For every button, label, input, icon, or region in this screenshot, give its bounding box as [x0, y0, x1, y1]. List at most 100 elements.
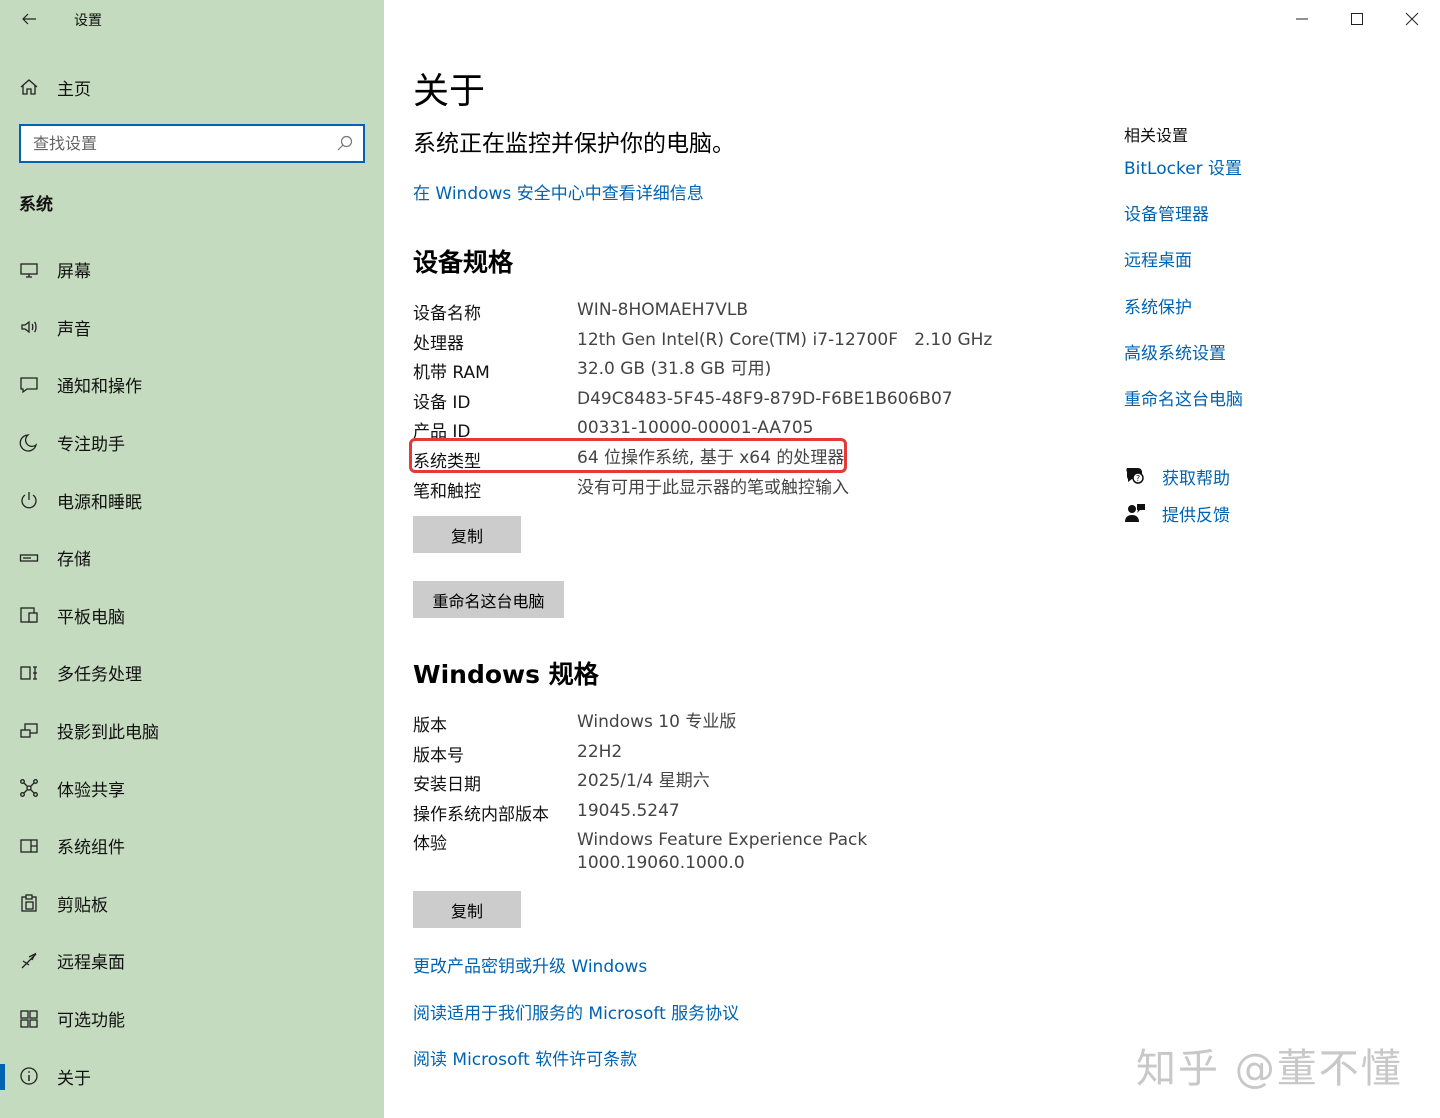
sidebar-item-shared-experiences[interactable]: 体验共享: [0, 759, 384, 817]
spec-key: 机带 RAM: [413, 363, 490, 384]
sidebar-item-label: 体验共享: [57, 780, 125, 801]
sidebar-item-sound[interactable]: 声音: [0, 299, 384, 357]
copy-windows-specs-button[interactable]: 复制: [413, 891, 521, 928]
license-terms-link[interactable]: 阅读 Microsoft 软件许可条款: [413, 1045, 637, 1070]
back-button[interactable]: [14, 6, 44, 32]
components-icon: [18, 835, 40, 857]
sidebar-item-multitasking[interactable]: 多任务处理: [0, 644, 384, 702]
spec-key: 操作系统内部版本: [413, 804, 549, 825]
spec-value: 00331-10000-00001-AA705: [577, 418, 814, 439]
sidebar-item-optional-features[interactable]: 可选功能: [0, 990, 384, 1048]
search-input[interactable]: [33, 128, 333, 159]
feedback-icon: [1124, 502, 1146, 524]
experience-pack-name: Windows Feature Experience Pack: [577, 830, 868, 851]
spec-row: 版本 Windows 10 专业版: [413, 707, 1113, 737]
spec-key: 体验: [413, 834, 447, 855]
help-chat-icon: ?: [1124, 465, 1146, 487]
spec-value: WIN-8HOMAEH7VLB: [577, 300, 749, 320]
watermark: 知乎 @董不懂: [1136, 1046, 1403, 1092]
spec-row: 版本号 22H2: [413, 737, 1113, 767]
sidebar-item-project[interactable]: 投影到此电脑: [0, 702, 384, 760]
spec-row: 设备 ID D49C8483-5F45-48F9-879D-F6BE1B606B0…: [413, 384, 1113, 414]
spec-key: 笔和触控: [413, 481, 481, 502]
sidebar-item-tablet[interactable]: 平板电脑: [0, 587, 384, 645]
sidebar-item-power-sleep[interactable]: 电源和睡眠: [0, 471, 384, 529]
spec-row: 笔和触控 没有可用于此显示器的笔或触控输入: [413, 473, 1113, 503]
sidebar-item-notifications[interactable]: 通知和操作: [0, 356, 384, 414]
spec-value: 19045.5247: [577, 800, 680, 821]
spec-value: D49C8483-5F45-48F9-879D-F6BE1B606B07: [577, 388, 953, 409]
spec-key: 设备名称: [413, 304, 481, 324]
home-label: 主页: [57, 79, 91, 100]
get-help-label: 获取帮助: [1162, 468, 1230, 489]
sidebar-item-label: 专注助手: [57, 435, 125, 456]
rename-pc-button[interactable]: 重命名这台电脑: [413, 581, 564, 618]
spec-value: 12th Gen Intel(R) Core(TM) i7-12700F 2.1…: [577, 329, 993, 350]
system-protection-link[interactable]: 系统保护: [1124, 293, 1192, 318]
multitask-icon: [18, 662, 40, 684]
tablet-icon: [18, 604, 40, 626]
remote-desktop-link[interactable]: 远程桌面: [1124, 246, 1192, 271]
spec-value: 32.0 GB (31.8 GB 可用): [577, 359, 772, 380]
give-feedback-link[interactable]: 提供反馈: [1124, 499, 1324, 527]
spec-key: 设备 ID: [413, 392, 471, 413]
moon-icon: [18, 432, 40, 454]
system-type-highlight: [409, 438, 847, 473]
copy-device-specs-button[interactable]: 复制: [413, 516, 521, 553]
bitlocker-link[interactable]: BitLocker 设置: [1124, 154, 1242, 179]
spec-key: 版本号: [413, 745, 464, 766]
remote-icon: [18, 950, 40, 972]
protection-status: 系统正在监控并保护你的电脑。: [413, 131, 735, 157]
device-manager-link[interactable]: 设备管理器: [1124, 200, 1209, 225]
sidebar-item-label: 关于: [57, 1068, 91, 1089]
sidebar-item-focus-assist[interactable]: 专注助手: [0, 414, 384, 472]
spec-value: 2025/1/4 星期六: [577, 771, 710, 792]
power-icon: [18, 489, 40, 511]
change-product-key-link[interactable]: 更改产品密钥或升级 Windows: [413, 952, 647, 977]
related-settings-title: 相关设置: [1124, 126, 1189, 145]
sidebar-item-label: 电源和睡眠: [57, 492, 142, 513]
sidebar-item-about[interactable]: 关于: [0, 1047, 384, 1105]
security-center-link[interactable]: 在 Windows 安全中心中查看详细信息: [413, 179, 704, 204]
spec-value: Windows Feature Experience Pack 1000.1906…: [577, 829, 867, 875]
speaker-icon: [18, 316, 40, 338]
sidebar-item-label: 声音: [57, 319, 91, 340]
title-bar: 设置: [0, 0, 384, 40]
sidebar-item-label: 可选功能: [57, 1011, 125, 1032]
spec-row: 处理器 12th Gen Intel(R) Core(TM) i7-12700F …: [413, 325, 1113, 355]
sidebar-item-label: 远程桌面: [57, 953, 125, 974]
sidebar-item-label: 剪贴板: [57, 895, 108, 916]
spec-value: 22H2: [577, 741, 623, 762]
sidebar-item-remote-desktop[interactable]: 远程桌面: [0, 932, 384, 990]
get-help-link[interactable]: ? 获取帮助: [1124, 462, 1324, 490]
sidebar-item-system-components[interactable]: 系统组件: [0, 817, 384, 875]
spec-value: 没有可用于此显示器的笔或触控输入: [577, 477, 849, 498]
spec-row: 机带 RAM 32.0 GB (31.8 GB 可用): [413, 354, 1113, 384]
sidebar-item-home[interactable]: 主页: [0, 68, 384, 106]
sidebar-item-label: 屏幕: [57, 262, 91, 283]
sidebar-item-display[interactable]: 屏幕: [0, 241, 384, 299]
home-icon: [18, 76, 40, 98]
sidebar-item-label: 系统组件: [57, 838, 125, 859]
storage-icon: [18, 547, 40, 569]
spec-row: 设备名称 WIN-8HOMAEH7VLB: [413, 295, 1113, 325]
info-icon: [18, 1065, 40, 1087]
experience-pack-version: 1000.19060.1000.0: [577, 853, 745, 874]
spec-row: 体验 Windows Feature Experience Pack 1000.19…: [413, 825, 1113, 877]
page-title: 关于: [413, 71, 486, 112]
services-agreement-link[interactable]: 阅读适用于我们服务的 Microsoft 服务协议: [413, 999, 739, 1024]
rename-pc-link[interactable]: 重命名这台电脑: [1124, 385, 1243, 410]
sidebar-item-clipboard[interactable]: 剪贴板: [0, 875, 384, 933]
notification-icon: [18, 374, 40, 396]
sidebar-item-storage[interactable]: 存储: [0, 529, 384, 587]
sidebar-item-label: 通知和操作: [57, 377, 142, 398]
share-icon: [18, 777, 40, 799]
advanced-system-settings-link[interactable]: 高级系统设置: [1124, 339, 1226, 364]
sidebar-nav: 屏幕 声音 通知和操作 专注助手 电源和睡眠 存储 平板电脑 多任务处理 投影到…: [0, 241, 384, 1105]
search-box: [19, 124, 365, 163]
sidebar-item-label: 投影到此电脑: [57, 723, 159, 744]
svg-text:?: ?: [1136, 474, 1140, 483]
search-icon[interactable]: [336, 134, 354, 152]
spec-key: 版本: [413, 716, 447, 736]
windows-specs-heading: Windows 规格: [413, 660, 599, 689]
